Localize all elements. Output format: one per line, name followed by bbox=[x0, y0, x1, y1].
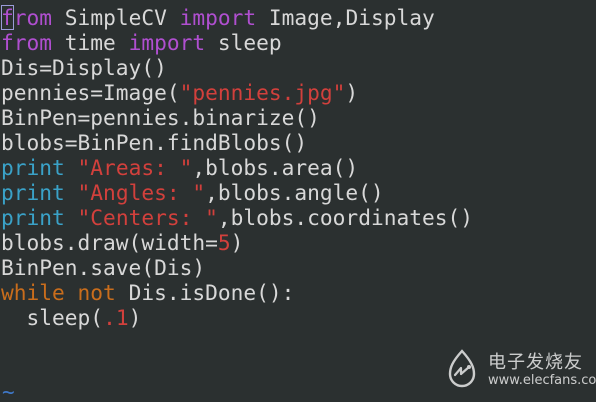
code-token-str: "Areas: " bbox=[77, 155, 193, 180]
code-line[interactable]: while not Dis.isDone(): bbox=[1, 280, 473, 305]
code-line[interactable]: print "Angles: ",blobs.angle() bbox=[1, 180, 473, 205]
code-token-str: "pennies.jpg" bbox=[179, 80, 346, 105]
code-line[interactable]: BinPen=pennies.binarize() bbox=[1, 105, 473, 130]
text-cursor: f bbox=[1, 5, 14, 30]
code-token: blobs=BinPen.findBlobs() bbox=[1, 130, 308, 155]
watermark: 电子发烧友 www.elecfans.com bbox=[442, 344, 596, 394]
code-line[interactable]: from SimpleCV import Image,Display bbox=[1, 5, 473, 30]
code-line[interactable]: blobs=BinPen.findBlobs() bbox=[1, 130, 473, 155]
code-token-kw-m: from bbox=[1, 30, 53, 55]
code-token: SimpleCV bbox=[52, 5, 180, 30]
code-token: BinPen=pennies.binarize() bbox=[1, 105, 320, 130]
code-line[interactable]: print "Centers: ",blobs.coordinates() bbox=[1, 205, 473, 230]
watermark-name: 电子发烧友 bbox=[488, 352, 583, 373]
code-token-kw-m: from bbox=[1, 5, 53, 30]
code-line[interactable]: BinPen.save(Dis) bbox=[1, 255, 473, 280]
code-token-kw-m: import bbox=[128, 30, 206, 55]
code-token: ,blobs.coordinates() bbox=[217, 205, 473, 230]
code-area[interactable]: from SimpleCV import Image,Display from t… bbox=[1, 5, 473, 330]
code-token-num: 5 bbox=[217, 230, 231, 255]
code-token: blobs.draw(width= bbox=[1, 230, 218, 255]
code-line[interactable]: from time import sleep bbox=[1, 30, 473, 55]
code-token: ,blobs.angle() bbox=[205, 180, 384, 205]
code-line[interactable]: blobs.draw(width=5) bbox=[1, 230, 473, 255]
terminal-editor[interactable]: from SimpleCV import Image,Display from t… bbox=[0, 0, 596, 402]
elecfans-logo-icon bbox=[448, 349, 476, 388]
code-token-kw-o: not bbox=[77, 280, 116, 305]
watermark-url: www.elecfans.com bbox=[488, 373, 596, 388]
code-token: ) bbox=[128, 305, 142, 330]
code-line[interactable]: pennies=Image("pennies.jpg") bbox=[1, 80, 473, 105]
code-token: BinPen.save(Dis) bbox=[1, 255, 206, 280]
code-token-kw-m: import bbox=[179, 5, 257, 30]
code-token: ,blobs.area() bbox=[192, 155, 359, 180]
code-token: sleep bbox=[205, 30, 282, 55]
code-token-num: .1 bbox=[103, 305, 129, 330]
code-token: Dis.isDone(): bbox=[115, 280, 295, 305]
code-token-kw-c: print bbox=[1, 205, 65, 230]
code-token: ) bbox=[230, 230, 244, 255]
empty-line-marker: ~ bbox=[2, 380, 15, 402]
code-token-kw-c: print bbox=[1, 155, 65, 180]
code-line[interactable]: print "Areas: ",blobs.area() bbox=[1, 155, 473, 180]
code-token: Image,Display bbox=[256, 5, 435, 30]
code-token: ) bbox=[345, 80, 359, 105]
code-line[interactable]: Dis=Display() bbox=[1, 55, 473, 80]
code-token-str: "Angles: " bbox=[77, 180, 206, 205]
code-token-kw-c: print bbox=[1, 180, 65, 205]
code-line[interactable]: sleep(.1) bbox=[1, 305, 473, 330]
code-token: sleep( bbox=[1, 305, 104, 330]
code-token: time bbox=[52, 30, 129, 55]
code-token: pennies=Image( bbox=[1, 80, 180, 105]
code-token: Dis=Display() bbox=[1, 55, 167, 80]
code-token-str: "Centers: " bbox=[77, 205, 218, 230]
code-token-kw-o: while bbox=[1, 280, 65, 305]
